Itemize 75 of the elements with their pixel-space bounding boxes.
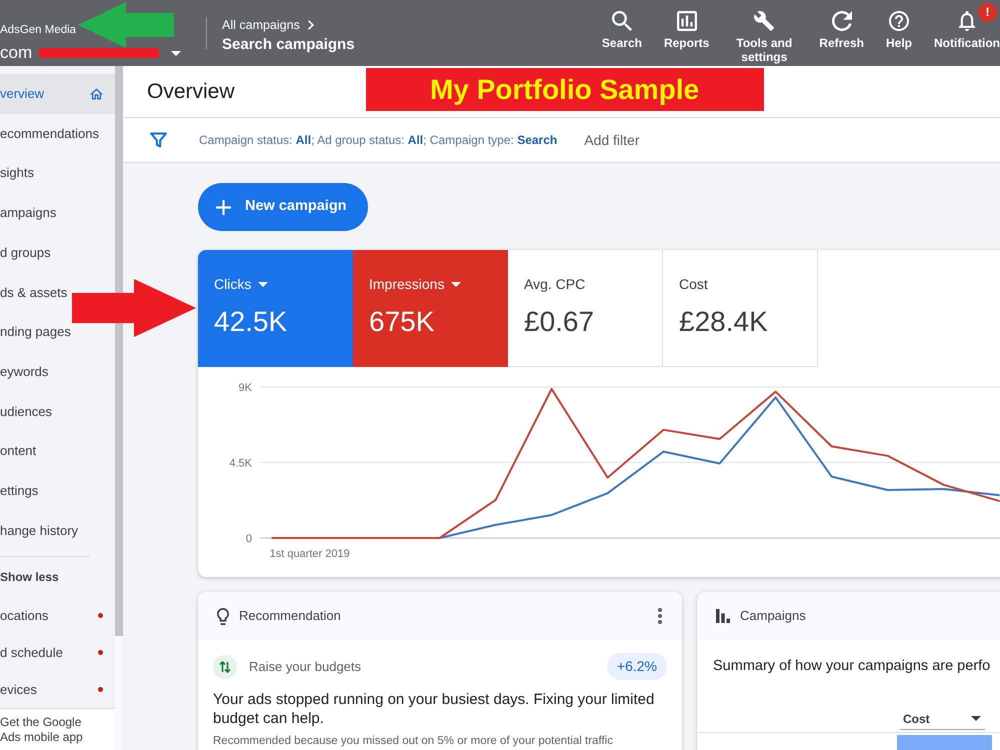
search-icon (612, 11, 632, 31)
axis-label: 4.5K (229, 458, 252, 470)
nav-item[interactable]: ampaigns (0, 193, 56, 233)
nav-item[interactable]: ettings (0, 470, 38, 511)
filter-summary[interactable]: Campaign status: All; Ad group status: All; Campaign type: Search (199, 131, 558, 149)
axis-title: 1st quarter 2019 (270, 548, 350, 560)
recommendation-headline: Your ads stopped running on your busiest days. Fixing your limited budget can help. (213, 690, 656, 728)
chevron-right-icon (308, 20, 314, 30)
metric-tile[interactable]: Clicks 42.5K (198, 250, 353, 367)
nav-item[interactable]: d groups (0, 232, 51, 272)
bell-icon (957, 11, 977, 31)
metric-value: 42.5K (214, 305, 288, 339)
card-title: Recommendation (239, 607, 341, 626)
metric-value: £28.4K (679, 305, 768, 339)
tools-button[interactable]: Tools and settings (722, 11, 806, 64)
metric-tile[interactable]: Impressions 675K (353, 250, 508, 367)
caret-icon (171, 50, 182, 56)
page-title: Overview (147, 78, 235, 105)
filter-icon (150, 132, 167, 148)
add-filter-link[interactable]: Add filter (584, 130, 640, 150)
nav-item[interactable]: ds & assets (0, 272, 68, 312)
nav-item[interactable]: hange history (0, 510, 78, 550)
metric-value: £0.67 (524, 305, 594, 339)
nav-item[interactable]: evices (0, 671, 115, 708)
wrench-icon (754, 11, 774, 31)
metric-label: Impressions (369, 275, 444, 293)
metric-select[interactable]: Cost (900, 708, 985, 730)
recommendation-title: Raise your budgets (249, 658, 362, 676)
metric-tile[interactable]: Cost £28.4K (663, 250, 818, 367)
caret-icon (451, 282, 462, 286)
up-down-arrows-icon (213, 654, 237, 678)
account-label[interactable]: com (0, 43, 32, 63)
show-less-link[interactable]: Show less (0, 557, 59, 598)
axis-label: 0 (246, 533, 252, 545)
metric-tile[interactable]: Avg. CPC £0.67 (508, 250, 663, 367)
nav-item[interactable]: sights (0, 153, 34, 194)
refresh-button[interactable]: Refresh (810, 11, 873, 50)
nav-item[interactable]: eywords (0, 352, 48, 392)
new-campaign-button[interactable]: New campaign (198, 183, 368, 231)
breadcrumb-link[interactable]: All campaigns (222, 17, 300, 33)
metric-label: Cost (679, 275, 708, 293)
nav-item[interactable]: d schedule (0, 634, 115, 672)
account-name: AdsGen Media (0, 23, 76, 38)
bar-chart-icon (716, 609, 730, 623)
nav-item[interactable]: nding pages (0, 312, 71, 352)
alert-badge: ! (978, 3, 997, 22)
help-button[interactable]: Help (876, 11, 921, 50)
caret-icon (258, 282, 268, 286)
home-icon (90, 88, 103, 100)
reports-button[interactable]: Reports (654, 11, 718, 50)
view-title: Search campaigns (222, 35, 355, 55)
refresh-icon (832, 11, 852, 31)
nav-item[interactable]: verview (0, 74, 115, 114)
nav-item[interactable]: ocations (0, 597, 115, 634)
uplift-badge: +6.2% (606, 653, 667, 680)
lightbulb-icon (217, 608, 229, 624)
bar-chart-icon (676, 11, 697, 31)
campaigns-summary: Summary of how your campaigns are perfo (713, 657, 990, 676)
nav-item[interactable]: udiences (0, 392, 52, 432)
portfolio-banner: My Portfolio Sample (366, 68, 764, 111)
kebab-menu-icon (658, 608, 662, 624)
plus-icon (216, 200, 231, 214)
metric-value: 675K (369, 305, 434, 339)
help-icon (888, 11, 909, 31)
scrollbar[interactable] (115, 66, 123, 636)
nav-item[interactable]: ontent (0, 431, 36, 471)
card-title: Campaigns (740, 607, 806, 626)
caret-icon (971, 716, 981, 721)
recommendation-reason: Recommended because you missed out on 5% or more of your potential traffic (213, 734, 613, 748)
nav-item[interactable]: ecommendations (0, 114, 99, 154)
metric-label: Clicks (214, 275, 252, 293)
metric-label: Avg. CPC (524, 275, 586, 293)
mobile-app-link[interactable]: Get the Google Ads mobile app (0, 715, 92, 745)
axis-label: 9K (238, 382, 252, 394)
search-button[interactable]: Search (592, 11, 651, 50)
